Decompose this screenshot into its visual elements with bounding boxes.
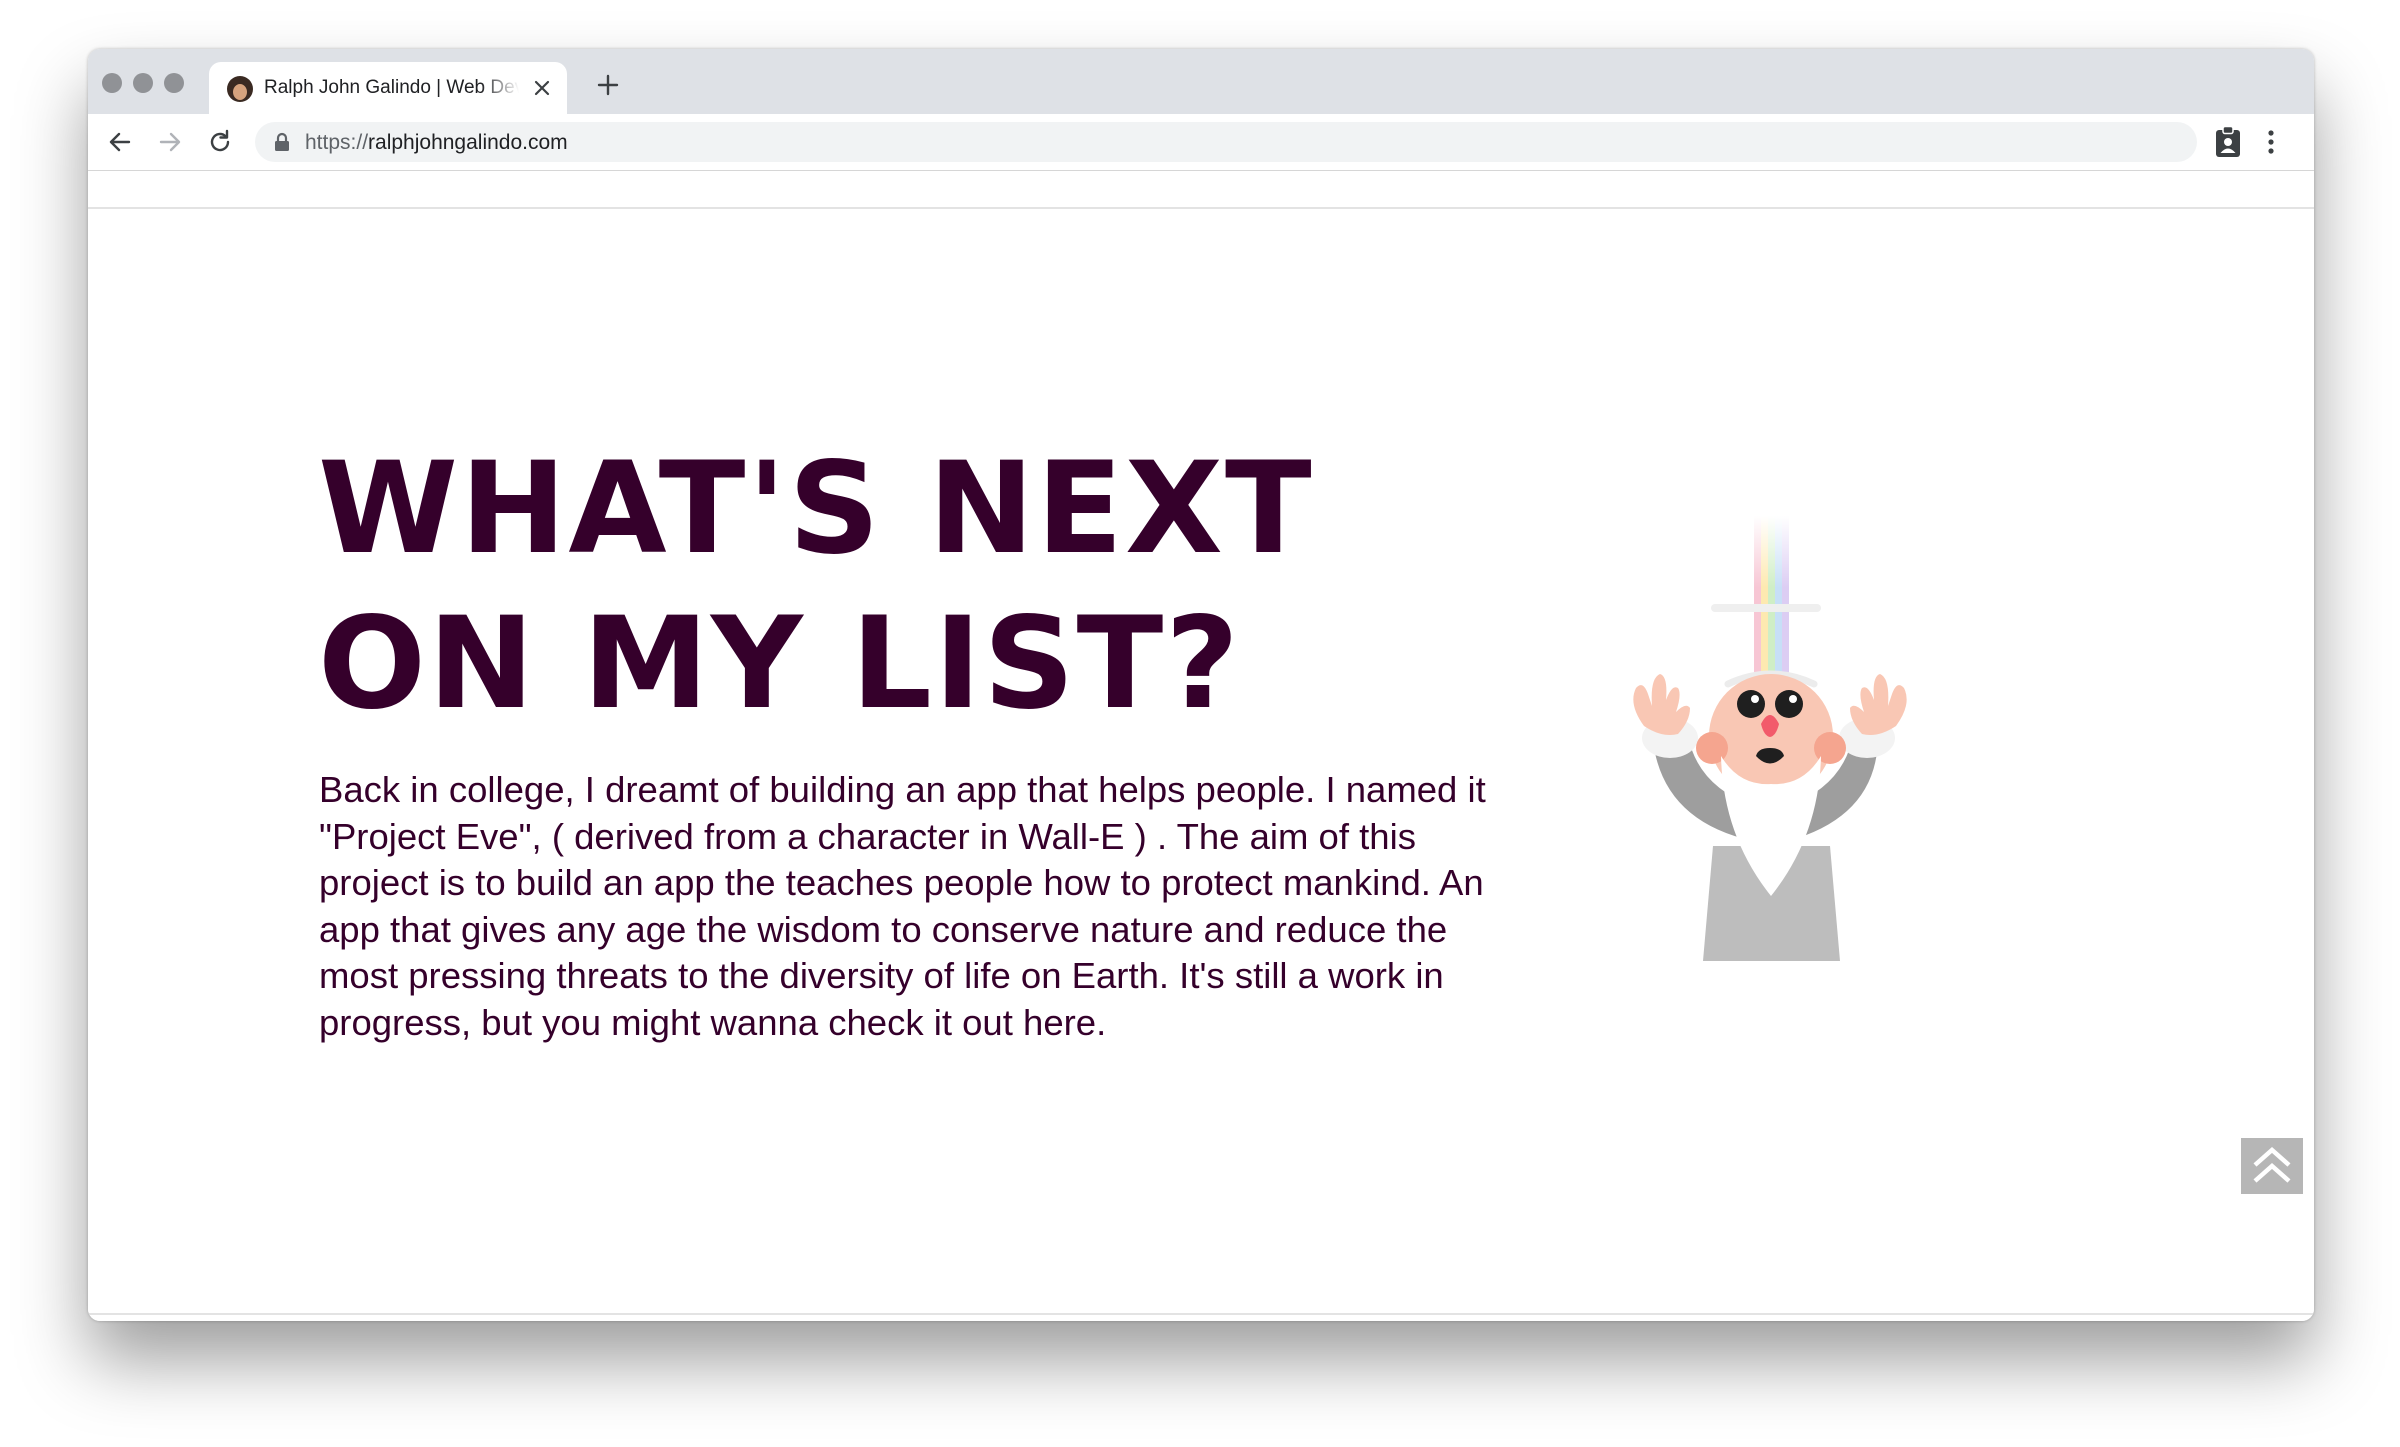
divider	[88, 1313, 2314, 1315]
browser-toolbar: https://ralphjohngalindo.com	[88, 114, 2314, 171]
double-chevron-up-icon	[2253, 1146, 2291, 1183]
close-tab-icon[interactable]	[531, 77, 553, 99]
lock-icon	[275, 132, 289, 151]
more-menu-icon[interactable]	[2266, 128, 2276, 156]
close-window-button[interactable]	[102, 73, 122, 93]
forward-arrow-icon[interactable]	[156, 128, 184, 156]
wizard-illustration	[1633, 516, 1907, 961]
new-tab-icon[interactable]	[596, 73, 620, 97]
bio-end: .	[1096, 1001, 1107, 1043]
page-content: WHAT'S NEXT ON MY LIST? Back in college,…	[88, 171, 2314, 1321]
maximize-window-button[interactable]	[164, 73, 184, 93]
headline-line-1: WHAT'S NEXT	[318, 434, 1314, 582]
url-text: https://ralphjohngalindo.com	[305, 131, 568, 155]
page-headline: WHAT'S NEXT ON MY LIST?	[318, 431, 1314, 741]
bio-text: Back in college, I dreamt of building an…	[319, 769, 1486, 1043]
browser-tab-active[interactable]: Ralph John Galindo | Web Developer	[209, 62, 567, 114]
address-bar[interactable]: https://ralphjohngalindo.com	[255, 122, 2197, 162]
browser-window: Ralph John Galindo | Web Developer https…	[88, 49, 2314, 1321]
back-arrow-icon[interactable]	[106, 128, 134, 156]
headline-line-2: ON MY LIST?	[318, 589, 1241, 737]
divider	[88, 207, 2314, 209]
project-link[interactable]: here	[1023, 1002, 1096, 1043]
tab-title: Ralph John Galindo | Web Developer	[264, 77, 519, 98]
bio-paragraph: Back in college, I dreamt of building an…	[319, 767, 1499, 1046]
favicon-icon	[227, 76, 253, 102]
minimize-window-button[interactable]	[133, 73, 153, 93]
url-host: ralphjohngalindo.com	[368, 131, 568, 154]
clipboard-profile-icon[interactable]	[2213, 125, 2243, 159]
tab-strip: Ralph John Galindo | Web Developer	[88, 49, 2314, 114]
scroll-to-top-button[interactable]	[2241, 1138, 2303, 1194]
reload-icon[interactable]	[206, 128, 234, 156]
url-scheme: https://	[305, 131, 369, 154]
